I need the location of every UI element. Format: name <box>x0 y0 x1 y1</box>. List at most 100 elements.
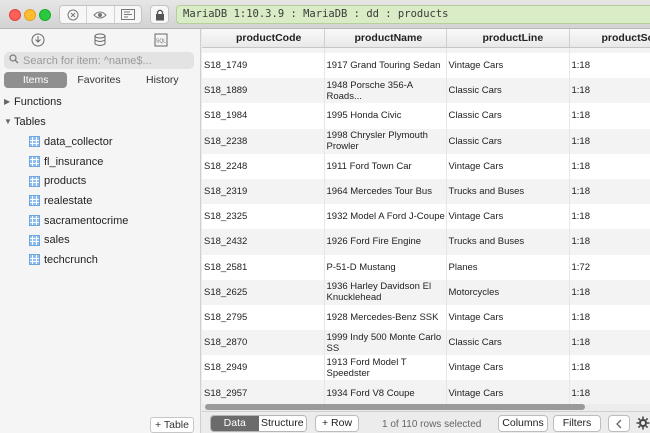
cell-productline[interactable]: Vintage Cars <box>446 355 570 381</box>
cell-productname[interactable]: 1995 Honda Civic <box>324 103 447 129</box>
cell-productline[interactable]: Classic Cars <box>446 128 570 154</box>
cell-productline[interactable]: Vintage Cars <box>446 204 570 230</box>
cell-productcode[interactable]: S18_2432 <box>202 229 325 255</box>
column-header-productcode[interactable]: productCode <box>202 29 325 48</box>
cell-productline[interactable]: Classic Cars <box>446 78 570 104</box>
column-header-productline[interactable]: productLine <box>446 29 570 48</box>
table-row[interactable]: S18_2325 1932 Model A Ford J-Coupe Vintage… <box>202 204 650 230</box>
tab-favorites[interactable]: Favorites <box>67 72 130 88</box>
cell-productline[interactable]: Planes <box>446 254 570 280</box>
cell-productname[interactable]: 1948 Porsche 356-A Roads... <box>324 78 447 104</box>
console-icon[interactable] <box>115 6 141 23</box>
cell-productscale[interactable]: 1:18 <box>569 330 650 356</box>
cell-productname[interactable]: 1911 Ford Town Car <box>324 153 447 179</box>
cell-productscale[interactable]: 1:18 <box>569 103 650 129</box>
cell-productname[interactable]: P-51-D Mustang <box>324 254 447 280</box>
chevron-left-icon[interactable] <box>608 415 630 432</box>
cell-productline[interactable]: Classic Cars <box>446 330 570 356</box>
sidebar-item-techcrunch[interactable]: techcrunch <box>0 250 201 270</box>
cell-productname[interactable]: 1913 Ford Model T Speedster <box>324 355 447 381</box>
column-header-productscale[interactable]: productScale <box>569 29 650 48</box>
cell-productscale[interactable]: 1:72 <box>569 254 650 280</box>
cell-productscale[interactable]: 1:18 <box>569 53 650 79</box>
cell-productcode[interactable]: S18_2248 <box>202 153 325 179</box>
table-row[interactable]: S18_1749 1917 Grand Touring Sedan Vintage … <box>202 53 650 79</box>
sidebar-item-data-collector[interactable]: data_collector <box>0 132 201 152</box>
table-row[interactable]: S18_2238 1998 Chrysler Plymouth Prowler Cl… <box>202 128 650 154</box>
eye-icon[interactable] <box>87 6 115 23</box>
cell-productline[interactable]: Vintage Cars <box>446 153 570 179</box>
filters-button[interactable]: Filters <box>553 415 601 432</box>
cell-productname[interactable]: 1999 Indy 500 Monte Carlo SS <box>324 330 447 356</box>
cell-productscale[interactable]: 1:18 <box>569 204 650 230</box>
database-connection-icon[interactable] <box>30 32 46 48</box>
cell-productline[interactable]: Vintage Cars <box>446 53 570 79</box>
sidebar-item-sacramentocrime[interactable]: sacramentocrime <box>0 211 201 231</box>
zoom-window-button[interactable] <box>39 9 51 21</box>
cell-productline[interactable]: Trucks and Buses <box>446 229 570 255</box>
cell-productline[interactable]: Motorcycles <box>446 279 570 305</box>
cell-productcode[interactable]: S18_2870 <box>202 330 325 356</box>
table-row[interactable]: S18_2795 1928 Mercedes-Benz SSK Vintage Ca… <box>202 304 650 331</box>
lock-icon[interactable] <box>150 5 169 24</box>
cell-productcode[interactable]: S18_1749 <box>202 53 325 79</box>
sidebar-item-realestate[interactable]: realestate <box>0 191 201 211</box>
database-icon[interactable] <box>92 32 108 48</box>
table-row[interactable]: S18_2432 1926 Ford Fire Engine Trucks and … <box>202 229 650 255</box>
cell-productcode[interactable]: S18_2325 <box>202 204 325 230</box>
search-input[interactable] <box>23 54 183 67</box>
add-row-button[interactable]: + Row <box>315 415 359 432</box>
cell-productname[interactable]: 1926 Ford Fire Engine <box>324 229 447 255</box>
cell-productscale[interactable]: 1:18 <box>569 355 650 381</box>
cell-productscale[interactable]: 1:18 <box>569 304 650 331</box>
cell-productname[interactable]: 1932 Model A Ford J-Coupe <box>324 204 447 230</box>
cell-productname[interactable]: 1928 Mercedes-Benz SSK <box>324 304 447 331</box>
cell-productscale[interactable]: 1:18 <box>569 229 650 255</box>
cell-productname[interactable]: 1917 Grand Touring Sedan <box>324 53 447 79</box>
cell-productname[interactable]: 1964 Mercedes Tour Bus <box>324 178 447 205</box>
data-tab-button[interactable]: Data <box>211 416 259 431</box>
cell-productscale[interactable]: 1:18 <box>569 78 650 104</box>
cell-productcode[interactable]: S18_1984 <box>202 103 325 129</box>
horizontal-scrollbar[interactable] <box>205 404 585 410</box>
structure-tab-button[interactable]: Structure <box>258 416 306 431</box>
minimize-window-button[interactable] <box>24 9 36 21</box>
cell-productscale[interactable]: 1:18 <box>569 178 650 205</box>
cell-productscale[interactable]: 1:18 <box>569 153 650 179</box>
table-row[interactable]: S18_2949 1913 Ford Model T Speedster Vinta… <box>202 355 650 381</box>
close-window-button[interactable] <box>9 9 21 21</box>
sidebar-item-products[interactable]: products <box>0 171 201 191</box>
cell-productcode[interactable]: S18_2625 <box>202 279 325 305</box>
cell-productname[interactable]: 1998 Chrysler Plymouth Prowler <box>324 128 447 154</box>
column-header-productname[interactable]: productName <box>324 29 447 48</box>
sidebar-item-sales[interactable]: sales <box>0 230 201 250</box>
table-row[interactable]: S18_1984 1995 Honda Civic Classic Cars 1:18 <box>202 103 650 129</box>
table-row[interactable]: S18_2870 1999 Indy 500 Monte Carlo SS Clas… <box>202 330 650 356</box>
cell-productcode[interactable]: S18_2581 <box>202 254 325 280</box>
table-row[interactable]: S18_2625 1936 Harley Davidson El Knuckleh… <box>202 279 650 305</box>
table-row[interactable]: S18_2957 1934 Ford V8 Coupe Vintage Cars 1:… <box>202 380 650 404</box>
close-circle-icon[interactable] <box>60 6 88 23</box>
group-functions[interactable]: ▶ Functions <box>0 92 201 112</box>
cell-productcode[interactable]: S18_2238 <box>202 128 325 154</box>
cell-productcode[interactable]: S18_2957 <box>202 380 325 404</box>
cell-productcode[interactable]: S18_2319 <box>202 178 325 205</box>
cell-productname[interactable]: 1934 Ford V8 Coupe <box>324 380 447 404</box>
table-row[interactable]: S18_2319 1964 Mercedes Tour Bus Trucks and… <box>202 178 650 205</box>
cell-productcode[interactable]: S18_2795 <box>202 304 325 331</box>
group-tables[interactable]: ▼ Tables <box>0 112 201 132</box>
cell-productline[interactable]: Trucks and Buses <box>446 178 570 205</box>
add-table-button[interactable]: + Table <box>150 417 194 433</box>
cell-productscale[interactable]: 1:18 <box>569 279 650 305</box>
cell-productcode[interactable]: S18_2949 <box>202 355 325 381</box>
cell-productline[interactable]: Vintage Cars <box>446 304 570 331</box>
cell-productline[interactable]: Classic Cars <box>446 103 570 129</box>
table-row[interactable]: S18_2248 1911 Ford Town Car Vintage Cars 1:… <box>202 153 650 179</box>
search-field[interactable] <box>4 52 194 69</box>
cell-productcode[interactable]: S18_1889 <box>202 78 325 104</box>
tab-history[interactable]: History <box>131 72 194 88</box>
sql-icon[interactable]: SQL <box>153 32 169 48</box>
table-row[interactable]: S18_2581 P-51-D Mustang Planes 1:72 <box>202 254 650 280</box>
sidebar-item-fl-insurance[interactable]: fl_insurance <box>0 152 201 172</box>
cell-productname[interactable]: 1936 Harley Davidson El Knucklehead <box>324 279 447 305</box>
